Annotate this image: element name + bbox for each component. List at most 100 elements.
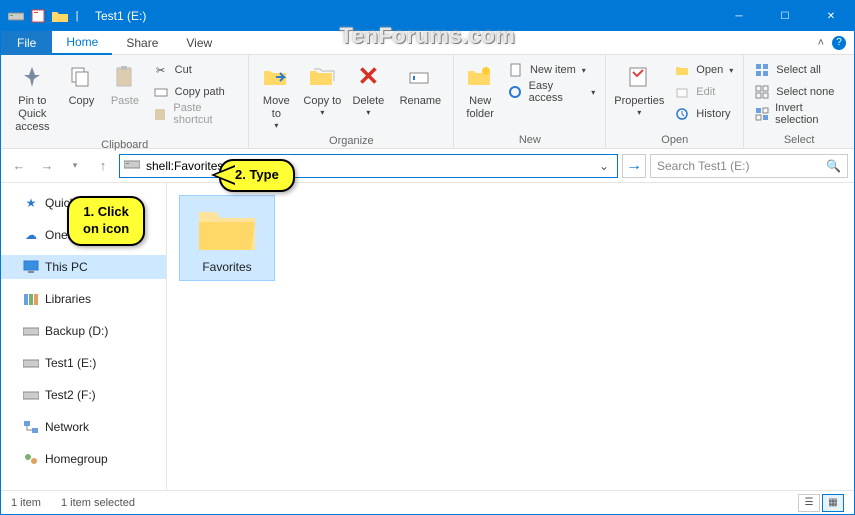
easy-access-icon [508,84,523,100]
invert-icon [754,106,769,122]
nav-test2-drive[interactable]: Test2 (F:) [1,383,166,407]
drive-icon [23,355,39,371]
tab-home[interactable]: Home [52,31,112,55]
folder-item-favorites[interactable]: Favorites [179,195,275,281]
address-bar[interactable]: ⌄ [119,154,618,178]
drive-icon [7,7,25,25]
callout-type: 2. Type [219,159,295,192]
window-title: Test1 (E:) [87,9,716,23]
edit-icon [674,84,690,100]
ribbon-group-select: Select all Select none Invert selection … [744,55,854,148]
new-item-icon [508,62,524,78]
pin-quick-access-button[interactable]: Pin to Quick access [7,59,58,137]
nav-this-pc[interactable]: This PC [1,255,166,279]
status-count: 1 item [11,497,41,509]
address-row: ← → ▾ ↑ ⌄ → Search Test1 (E:) 🔍 [1,149,854,183]
properties-icon [623,61,655,93]
copy-to-button[interactable]: Copy to ▾ [301,59,343,120]
rename-icon [404,61,436,93]
easy-access-button[interactable]: Easy access ▾ [504,81,599,103]
nav-test1-drive[interactable]: Test1 (E:) [1,351,166,375]
folder-icon [195,202,259,254]
address-drive-icon[interactable] [124,158,140,174]
edit-button[interactable]: Edit [670,81,737,103]
go-button[interactable]: → [622,154,646,178]
help-icon[interactable]: ? [832,36,846,50]
ribbon-tabs: File Home Share View ˄ ? [1,31,854,55]
drive-icon [23,387,39,403]
move-to-icon [260,61,292,93]
ribbon-collapse-icon[interactable]: ˄ [818,37,824,49]
paste-icon [109,61,141,93]
drive-icon [23,323,39,339]
maximize-button[interactable]: ☐ [762,1,808,31]
folder-icon [51,7,69,25]
qat-divider: | [73,7,81,25]
copy-path-icon [153,84,169,100]
items-view[interactable]: Favorites [167,183,854,490]
open-icon [674,62,690,78]
network-icon [23,419,39,435]
ribbon-group-clipboard: Pin to Quick access Copy Paste ✂Cut Copy… [1,55,249,148]
pin-icon [16,61,48,93]
nav-network[interactable]: Network [1,415,166,439]
new-folder-icon [464,61,496,93]
recent-locations-button[interactable]: ▾ [63,154,87,178]
copy-path-button[interactable]: Copy path [149,81,243,103]
invert-selection-button[interactable]: Invert selection [750,103,848,125]
properties-button[interactable]: Properties ▾ [612,59,666,120]
up-button[interactable]: ↑ [91,154,115,178]
search-box[interactable]: Search Test1 (E:) 🔍 [650,154,848,178]
search-icon[interactable]: 🔍 [826,159,841,173]
address-dropdown-icon[interactable]: ⌄ [595,159,613,173]
copy-icon [65,61,97,93]
open-button[interactable]: Open ▾ [670,59,737,81]
nav-homegroup[interactable]: Homegroup [1,447,166,471]
copy-to-icon [306,61,338,93]
paste-shortcut-icon [153,106,168,122]
forward-button[interactable]: → [35,154,59,178]
cloud-icon: ☁ [23,227,39,243]
minimize-button[interactable]: ─ [716,1,762,31]
new-folder-button[interactable]: New folder [460,59,500,123]
status-bar: 1 item 1 item selected ☰ ▦ [1,490,854,514]
history-icon [674,106,690,122]
tab-view[interactable]: View [172,32,226,54]
libraries-icon [23,291,39,307]
ribbon-group-new: New folder New item ▾ Easy access ▾ New [454,55,606,148]
folder-label: Favorites [202,260,251,274]
history-button[interactable]: History [670,103,737,125]
select-all-button[interactable]: Select all [750,59,848,81]
pc-icon [23,259,39,275]
paste-shortcut-button[interactable]: Paste shortcut [149,103,243,125]
ribbon: Pin to Quick access Copy Paste ✂Cut Copy… [1,55,854,149]
select-all-icon [754,62,770,78]
ribbon-group-organize: Move to ▾ Copy to ▾ ✕ Delete ▾ Rename Or… [249,55,454,148]
delete-icon: ✕ [352,61,384,93]
close-button[interactable]: ✕ [808,1,854,31]
paste-button[interactable]: Paste [105,59,144,110]
select-none-button[interactable]: Select none [750,81,848,103]
homegroup-icon [23,451,39,467]
search-placeholder: Search Test1 (E:) [657,159,749,173]
copy-button[interactable]: Copy [62,59,101,110]
tab-share[interactable]: Share [112,32,172,54]
details-view-button[interactable]: ☰ [798,494,820,512]
title-bar: | Test1 (E:) ─ ☐ ✕ [1,1,854,31]
nav-backup-drive[interactable]: Backup (D:) [1,319,166,343]
nav-libraries[interactable]: Libraries [1,287,166,311]
qat-properties-icon[interactable] [29,7,47,25]
move-to-button[interactable]: Move to ▾ [255,59,297,133]
callout-click-icon: 1. Click on icon [67,196,145,246]
cut-button[interactable]: ✂Cut [149,59,243,81]
ribbon-group-open: Properties ▾ Open ▾ Edit History Open [606,55,744,148]
new-item-button[interactable]: New item ▾ [504,59,599,81]
back-button[interactable]: ← [7,154,31,178]
star-icon: ★ [23,195,39,211]
tab-file[interactable]: File [1,31,52,55]
cut-icon: ✂ [153,62,169,78]
delete-button[interactable]: ✕ Delete ▾ [347,59,389,120]
select-none-icon [754,84,770,100]
rename-button[interactable]: Rename [393,59,447,110]
icons-view-button[interactable]: ▦ [822,494,844,512]
